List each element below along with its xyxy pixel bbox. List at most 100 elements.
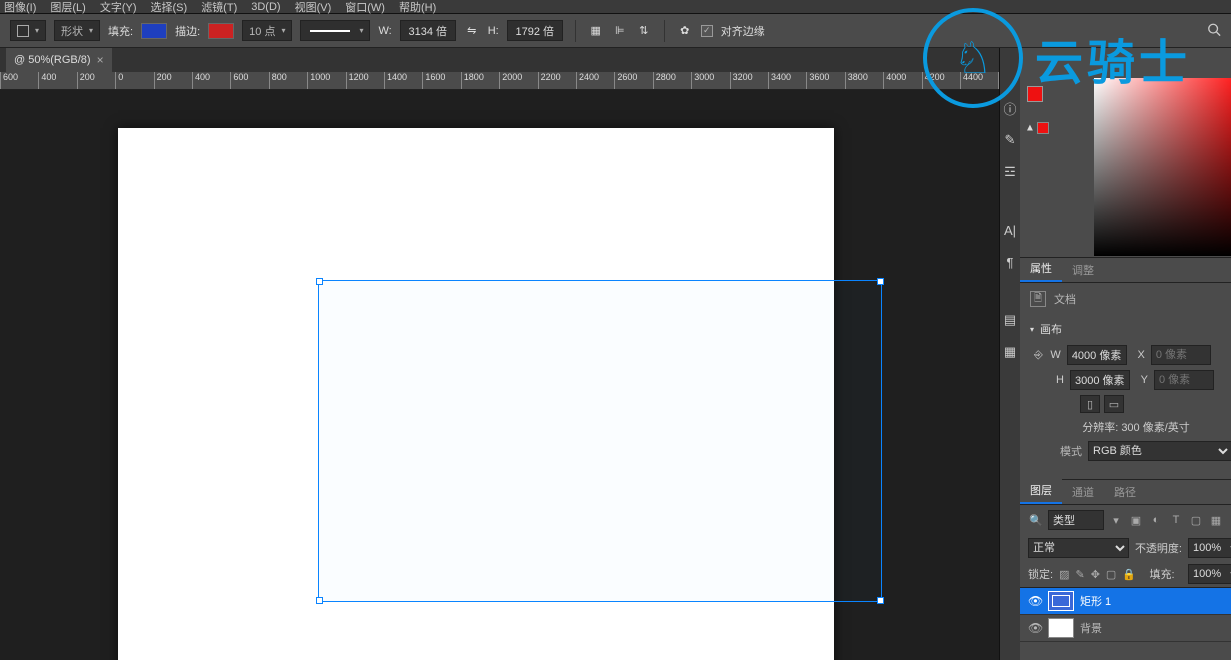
search-icon[interactable]: 🔍 (1028, 512, 1044, 528)
document-tab[interactable]: @ 50%(RGB/8) × (6, 48, 112, 72)
menu-item[interactable]: 滤镜(T) (201, 0, 237, 15)
shape-mode-select[interactable]: 形状 ▾ (54, 20, 100, 41)
lock-move-icon[interactable]: ✥ (1091, 568, 1100, 581)
lock-brush-icon[interactable]: ✎ (1075, 568, 1084, 581)
layer-row[interactable]: 👁 矩形 1 (1020, 588, 1231, 615)
resolution-label: 分辨率: 300 像素/英寸 (1030, 419, 1231, 435)
ruler-tick: 3400 (768, 72, 791, 90)
properties-panel: 属性 调整 🗎 文档 ▾画布 ⎆ W X H Y (1020, 258, 1231, 480)
color-mode-select[interactable]: RGB 颜色 (1088, 441, 1231, 461)
tool-preset[interactable]: ▾ (10, 20, 46, 41)
rectangle-shape[interactable] (318, 280, 882, 602)
blend-mode-select[interactable]: 正常 (1028, 538, 1129, 558)
link-icon[interactable]: ⎆ (1034, 349, 1043, 362)
visibility-icon[interactable]: 👁 (1028, 621, 1042, 635)
menu-item[interactable]: 文字(Y) (100, 0, 137, 15)
chevron-down-icon: ▾ (35, 26, 39, 35)
separator (575, 20, 576, 42)
lock-all-icon[interactable]: 🔒 (1122, 568, 1136, 581)
stroke-label: 描边: (175, 23, 200, 39)
layer-filter-row: 🔍 ▾ ▣ ◐ T ▢ ▦ ⏻ (1020, 505, 1231, 535)
chevron-down-icon[interactable]: ▾ (1108, 512, 1124, 528)
color-spectrum[interactable] (1094, 78, 1231, 256)
close-icon[interactable]: × (97, 53, 104, 67)
canvas-y-input[interactable] (1154, 370, 1214, 390)
arrange-icon[interactable]: ⇅ (636, 23, 652, 39)
ruler-tick: 2800 (653, 72, 676, 90)
tab-paths[interactable]: 路径 (1104, 480, 1146, 504)
resize-handle[interactable] (316, 597, 323, 604)
menu-item[interactable]: 选择(S) (151, 0, 188, 15)
menu-item[interactable]: 帮助(H) (399, 0, 436, 15)
layer-filter-select[interactable] (1048, 510, 1104, 530)
menu-item[interactable]: 图层(L) (50, 0, 85, 15)
character-icon[interactable]: A| (1000, 220, 1020, 240)
width-input[interactable] (400, 20, 456, 41)
layer-thumbnail[interactable] (1048, 618, 1074, 638)
align-icon[interactable]: ⊫ (612, 23, 628, 39)
stroke-width-select[interactable]: 10 点 ▾ (242, 20, 292, 41)
align-edges-checkbox[interactable]: ✓ (701, 25, 713, 37)
paragraph-icon[interactable]: ¶ (1000, 252, 1020, 272)
menu-item[interactable]: 视图(V) (295, 0, 332, 15)
ruler-tick: 1000 (307, 72, 330, 90)
tab-channels[interactable]: 通道 (1062, 480, 1104, 504)
ruler-tick: 2000 (499, 72, 522, 90)
tab-title: @ 50%(RGB/8) (14, 54, 91, 66)
path-ops-icon[interactable]: ▦ (588, 23, 604, 39)
menu-item[interactable]: 窗口(W) (345, 0, 385, 15)
brush-icon[interactable]: ✎ (1000, 130, 1020, 150)
warning-icon[interactable]: ▲ (1025, 123, 1035, 134)
notes-icon[interactable]: ▦ (1000, 342, 1020, 362)
layer-thumbnail[interactable] (1048, 591, 1074, 611)
menu-item[interactable]: 3D(D) (251, 1, 280, 13)
fill-opacity-select[interactable]: 100% (1188, 564, 1231, 584)
landscape-icon[interactable]: ▭ (1104, 395, 1124, 413)
canvas[interactable] (118, 128, 834, 660)
ruler-tick: 3800 (845, 72, 868, 90)
tab-properties[interactable]: 属性 (1020, 256, 1062, 282)
search-icon[interactable] (1207, 22, 1221, 39)
tab-layers[interactable]: 图层 (1020, 478, 1062, 504)
warning-swatch[interactable] (1037, 122, 1049, 134)
portrait-icon[interactable]: ▯ (1080, 395, 1100, 413)
link-icon[interactable]: ⇋ (464, 23, 480, 39)
lock-transparent-icon[interactable]: ▨ (1059, 568, 1069, 581)
resize-handle[interactable] (877, 278, 884, 285)
width-label: W: (378, 25, 391, 37)
opacity-select[interactable]: 100% (1188, 538, 1231, 558)
lock-artboard-icon[interactable]: ▢ (1106, 568, 1116, 581)
visibility-icon[interactable]: 👁 (1028, 594, 1042, 608)
canvas-section-label: 画布 (1040, 321, 1062, 337)
canvas-area[interactable] (0, 90, 999, 660)
tab-adjustments[interactable]: 调整 (1062, 258, 1104, 282)
layer-row[interactable]: 👁 背景 🔒 (1020, 615, 1231, 642)
canvas-height-input[interactable] (1070, 370, 1130, 390)
filter-text-icon[interactable]: T (1168, 512, 1184, 528)
foreground-swatch[interactable] (1027, 86, 1043, 102)
canvas-width-input[interactable] (1067, 345, 1127, 365)
canvas-header[interactable]: ▾画布 (1030, 321, 1231, 337)
ruler-tick: 4000 (883, 72, 906, 90)
menu-item[interactable]: 图像(I) (4, 0, 36, 15)
canvas-x-input[interactable] (1151, 345, 1211, 365)
resize-handle[interactable] (316, 278, 323, 285)
filter-adjust-icon[interactable]: ◐ (1148, 512, 1164, 528)
stroke-style-select[interactable]: ▾ (300, 20, 370, 41)
filter-image-icon[interactable]: ▣ (1128, 512, 1144, 528)
horizontal-ruler: 6004002000200400600800100012001400160018… (0, 72, 999, 90)
gear-icon[interactable]: ✿ (677, 23, 693, 39)
height-input[interactable] (507, 20, 563, 41)
fill-swatch[interactable] (141, 23, 167, 39)
libraries-icon[interactable]: ▤ (1000, 310, 1020, 330)
filter-smart-icon[interactable]: ▦ (1208, 512, 1224, 528)
resize-handle[interactable] (877, 597, 884, 604)
stroke-swatch[interactable] (208, 23, 234, 39)
chevron-down-icon: ▾ (281, 26, 285, 35)
settings-icon[interactable]: ☲ (1000, 162, 1020, 182)
lock-row: 锁定: ▨ ✎ ✥ ▢ 🔒 填充: 100% (1020, 561, 1231, 587)
info-icon[interactable]: ⓘ (1000, 98, 1020, 118)
y-label: Y (1136, 374, 1148, 386)
filter-shape-icon[interactable]: ▢ (1188, 512, 1204, 528)
layer-name: 背景 (1080, 620, 1102, 636)
